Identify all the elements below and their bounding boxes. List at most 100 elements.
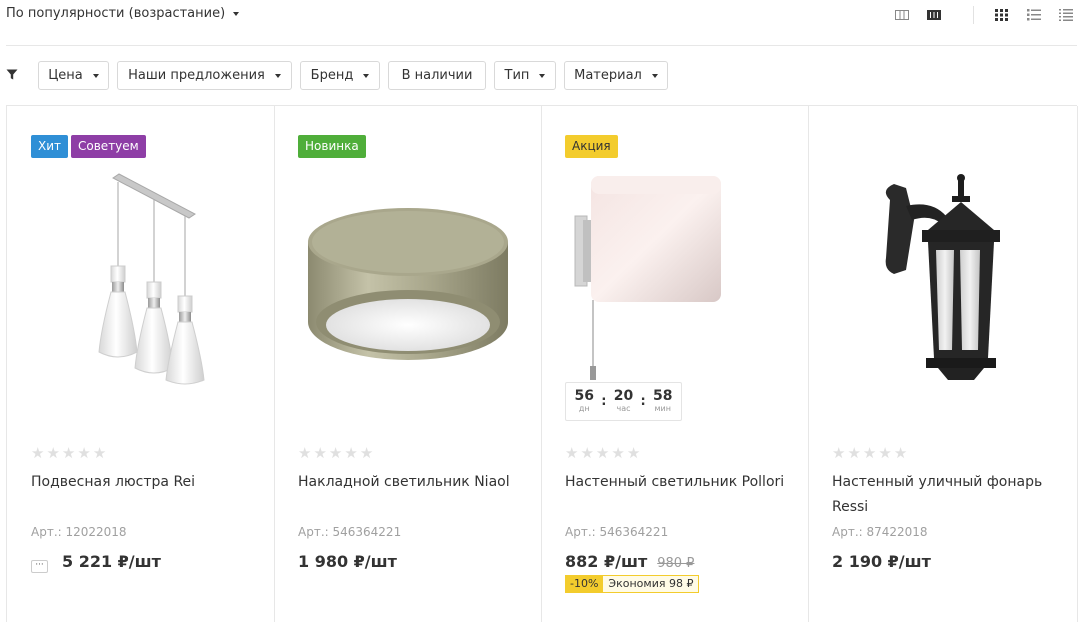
rating-stars: ★ ★ ★ ★ ★ [31,446,106,461]
product-name[interactable]: Накладной светильник Niaol [298,470,523,495]
timer-hours-label: час [616,404,631,413]
product-card[interactable]: Новинка ★ ★ ★ ★ ★ Накладной светильник N… [274,106,542,622]
filter-chip-label: Цена [48,68,83,83]
product-name[interactable]: Настенный светильник Pollori [565,470,790,495]
rating-stars: ★ ★ ★ ★ ★ [298,446,373,461]
product-image-pendant-chandelier[interactable] [31,170,251,390]
star-icon: ★ [77,444,91,462]
badge-recommended: Советуем [71,135,146,158]
product-article: Арт.: 87422018 [832,525,928,539]
sort-bar: По популярности (возрастание) [0,0,1083,46]
star-icon: ★ [46,444,60,462]
sort-label: По популярности (возрастание) [6,6,226,21]
product-card[interactable]: Акция 56 дн : 20 час : 58 мин ★ ★ ★ ★ ★ … [541,106,809,622]
chevron-down-icon [651,73,658,78]
timer-colon: : [601,394,607,409]
badge-new: Новинка [298,135,366,158]
countdown-timer: 56 дн : 20 час : 58 мин [565,382,682,421]
star-icon: ★ [832,444,846,462]
badge-sale: Акция [565,135,618,158]
timer-colon: : [640,394,646,409]
filter-chip-in-stock[interactable]: В наличии [388,61,486,90]
more-dots-icon[interactable]: ··· [31,560,48,573]
product-name[interactable]: Подвесная люстра Rei [31,470,256,495]
filter-icon[interactable] [6,69,18,80]
star-icon: ★ [565,444,579,462]
discount-row: -10% Экономия 98 ₽ [565,575,700,593]
sort-dropdown[interactable]: По популярности (возрастание) [6,6,240,21]
timer-minutes-label: мин [654,404,671,413]
product-image-ceiling-light[interactable] [298,170,518,390]
product-name[interactable]: Настенный уличный фонарь Ressi [832,470,1057,520]
list-view-icon[interactable] [1027,9,1041,21]
price-row: 1 980 ₽/шт [298,552,397,571]
badges: Хит Советуем [31,135,146,158]
timer-minutes: 58 [652,388,673,404]
compact-list-icon[interactable] [1059,9,1073,21]
filter-chip-material[interactable]: Материал [564,61,668,90]
star-icon: ★ [92,444,107,462]
chevron-down-icon [92,73,99,78]
price-row: 2 190 ₽/шт [832,552,931,571]
view-separator [973,6,974,24]
star-icon: ★ [313,444,327,462]
star-icon: ★ [344,444,358,462]
star-icon: ★ [878,444,892,462]
filter-chip-label: Наши предложения [128,68,265,83]
product-price: 2 190 ₽/шт [832,552,931,571]
star-icon: ★ [626,444,641,462]
product-card[interactable]: ★ ★ ★ ★ ★ Настенный уличный фонарь Ressi Арт… [808,106,1078,622]
star-icon: ★ [595,444,610,462]
timer-days: 56 [574,388,595,404]
product-grid: Хит Советуем ★ ★ ★ ★ ★ Подвесная люстра … [6,105,1078,622]
badges: Акция [565,135,618,158]
star-icon: ★ [61,444,76,462]
chevron-down-icon [539,73,546,78]
filter-chip-label: Бренд [310,68,354,83]
timer-hours: 20 [613,388,634,404]
product-price: 5 221 ₽/шт [62,552,161,571]
chevron-down-icon [233,11,240,16]
product-article: Арт.: 12022018 [31,525,127,539]
view-toggles [893,6,1083,24]
chevron-down-icon [274,73,281,78]
star-icon: ★ [359,444,374,462]
product-price: 1 980 ₽/шт [298,552,397,571]
filter-chip-brand[interactable]: Бренд [300,61,380,90]
badge-hit: Хит [31,135,69,158]
price-row: ··· 5 221 ₽/шт [31,552,161,573]
star-icon: ★ [893,444,908,462]
grid-view-icon[interactable] [995,9,1009,21]
discount-badge: -10% [565,575,604,593]
star-icon: ★ [31,444,45,462]
product-article: Арт.: 546364221 [298,525,402,539]
filter-chip-price[interactable]: Цена [38,61,109,90]
timer-days-label: дн [578,404,590,413]
chevron-down-icon [363,73,370,78]
product-article: Арт.: 546364221 [565,525,669,539]
product-image-street-lantern[interactable] [832,170,1052,390]
old-price: 980 ₽ [657,556,695,571]
rating-stars: ★ ★ ★ ★ ★ [565,446,640,461]
filter-chip-label: В наличии [401,68,473,83]
badges: Новинка [298,135,366,158]
filter-chip-type[interactable]: Тип [494,61,556,90]
filter-chip-label: Тип [504,68,530,83]
economy-badge: Экономия 98 ₽ [603,575,700,593]
filter-chip-offers[interactable]: Наши предложения [117,61,292,90]
star-icon: ★ [328,444,343,462]
rating-stars: ★ ★ ★ ★ ★ [832,446,907,461]
view-cards-icon[interactable] [927,9,941,21]
product-price: 882 ₽/шт [565,552,648,571]
divider [6,45,1077,46]
product-image-wall-light[interactable] [565,170,785,390]
product-card[interactable]: Хит Советуем ★ ★ ★ ★ ★ Подвесная люстра … [7,106,275,622]
price-row: 882 ₽/шт 980 ₽ [565,552,694,571]
star-icon: ★ [611,444,625,462]
star-icon: ★ [580,444,594,462]
star-icon: ★ [847,444,861,462]
view-cards-wide-icon[interactable] [895,9,909,21]
filter-chip-label: Материал [574,68,642,83]
star-icon: ★ [298,444,312,462]
star-icon: ★ [862,444,877,462]
